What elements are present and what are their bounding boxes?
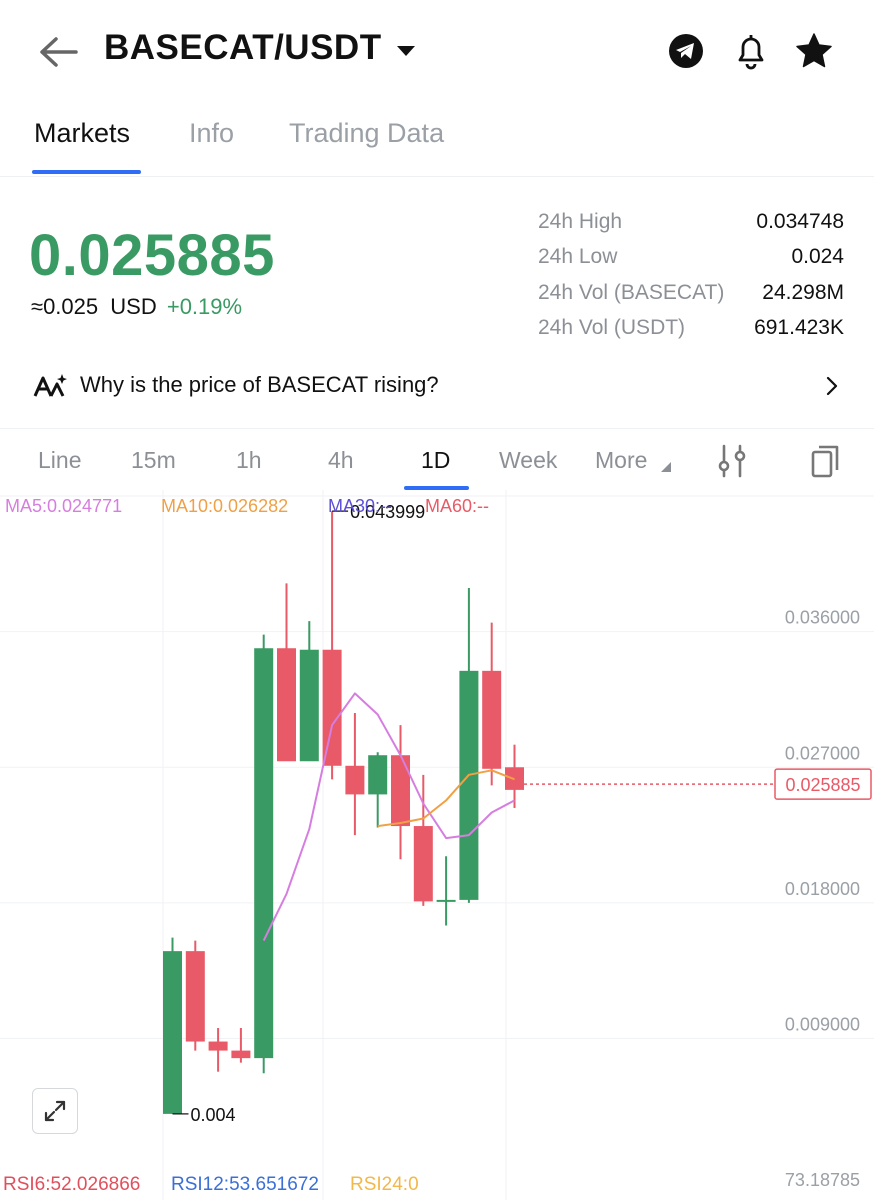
candle-body (345, 765, 365, 795)
rsi24-legend: RSI24:0 (350, 1174, 419, 1195)
chevron-right-icon[interactable] (824, 375, 840, 397)
usd-currency: USD (110, 294, 157, 319)
bell-icon[interactable] (731, 30, 771, 72)
stat-24h-vol-base-label: 24h Vol (BASECAT) (538, 281, 725, 304)
interval-line[interactable]: Line (38, 447, 81, 474)
star-icon[interactable] (794, 30, 834, 72)
pair-title[interactable]: BASECAT/USDT (104, 28, 382, 68)
ma60-legend: MA60:-- (425, 496, 490, 516)
stat-24h-high-label: 24h High (538, 210, 623, 233)
y-tick-label: 0.036000 (785, 608, 860, 628)
candle-body (208, 1041, 228, 1051)
candle-body (277, 648, 296, 762)
tab-trading-data[interactable]: Trading Data (289, 118, 444, 149)
last-price: 0.025885 (29, 223, 275, 288)
min-price-label: 0.004 (191, 1105, 236, 1125)
copy-icon[interactable] (808, 442, 842, 480)
stat-24h-vol-usdt-value: 691.423K (754, 316, 844, 339)
chart-grid (0, 490, 874, 1200)
telegram-icon[interactable] (666, 30, 706, 72)
ma30-legend: MA30:-- (328, 496, 393, 516)
ai-insight-icon (33, 374, 67, 397)
candle-body (185, 951, 205, 1042)
tab-markets[interactable]: Markets (34, 118, 130, 149)
stat-24h-vol-base-value: 24.298M (762, 281, 844, 304)
interval-more[interactable]: More (595, 447, 647, 474)
rsi6-legend: RSI6:52.026866 (3, 1174, 141, 1195)
candle-body (459, 670, 479, 900)
candle-body (436, 899, 456, 902)
stat-24h-low-label: 24h Low (538, 245, 618, 268)
stat-24h-vol-usdt-label: 24h Vol (USDT) (538, 316, 686, 339)
y-tick-label: 0.045000 (785, 490, 860, 492)
expand-chart-button[interactable] (32, 1088, 78, 1134)
approx-usd-value: ≈0.025 (31, 294, 99, 319)
interval-15m[interactable]: 15m (131, 447, 176, 474)
candle-body (413, 826, 433, 902)
interval-week[interactable]: Week (499, 447, 557, 474)
axis-labels: 0.045000 0.036000 0.027000 0.018000 0.009000… (172, 490, 872, 1190)
candlestick-chart[interactable]: 0.045000 0.036000 0.027000 0.018000 0.009000… (0, 490, 874, 1200)
insight-link[interactable]: Why is the price of BASECAT rising? (80, 372, 439, 398)
candle-body (163, 951, 182, 1114)
candle-body (391, 755, 410, 827)
stat-24h-high-value: 0.034748 (756, 210, 844, 233)
interval-1h[interactable]: 1h (236, 447, 262, 474)
sliders-icon[interactable] (716, 442, 750, 480)
rsi12-legend: RSI12:53.651672 (171, 1174, 319, 1195)
expand-icon (44, 1100, 66, 1122)
caret-small-icon[interactable] (660, 461, 672, 473)
ma10-legend: MA10:0.026282 (161, 496, 289, 516)
stat-24h-low-value: 0.024 (791, 245, 844, 268)
candle-body (254, 648, 274, 1059)
usd-price-row: ≈0.025 USD +0.19% (31, 294, 242, 320)
tab-active-indicator (32, 170, 141, 174)
back-arrow-icon[interactable] (36, 32, 80, 72)
candle-body (368, 755, 388, 795)
divider (0, 176, 874, 177)
y-tick-label: 0.018000 (785, 879, 860, 899)
price-change: +0.19% (166, 294, 243, 319)
interval-4h[interactable]: 4h (328, 447, 354, 474)
rsi-axis-label: 73.18785 (785, 1170, 860, 1190)
y-tick-label: 0.009000 (785, 1015, 860, 1035)
ma5-legend: MA5:0.024771 (5, 496, 123, 516)
candle-body (322, 649, 342, 766)
interval-1d[interactable]: 1D (421, 447, 450, 474)
caret-down-icon[interactable] (396, 44, 416, 58)
candle-body (231, 1050, 251, 1059)
current-price-label: 0.025885 (785, 775, 860, 795)
candles (163, 511, 524, 1114)
y-tick-label: 0.027000 (785, 743, 860, 763)
candle-body (299, 649, 319, 762)
candle-body (482, 670, 502, 769)
divider (0, 428, 874, 429)
tab-info[interactable]: Info (189, 118, 234, 149)
